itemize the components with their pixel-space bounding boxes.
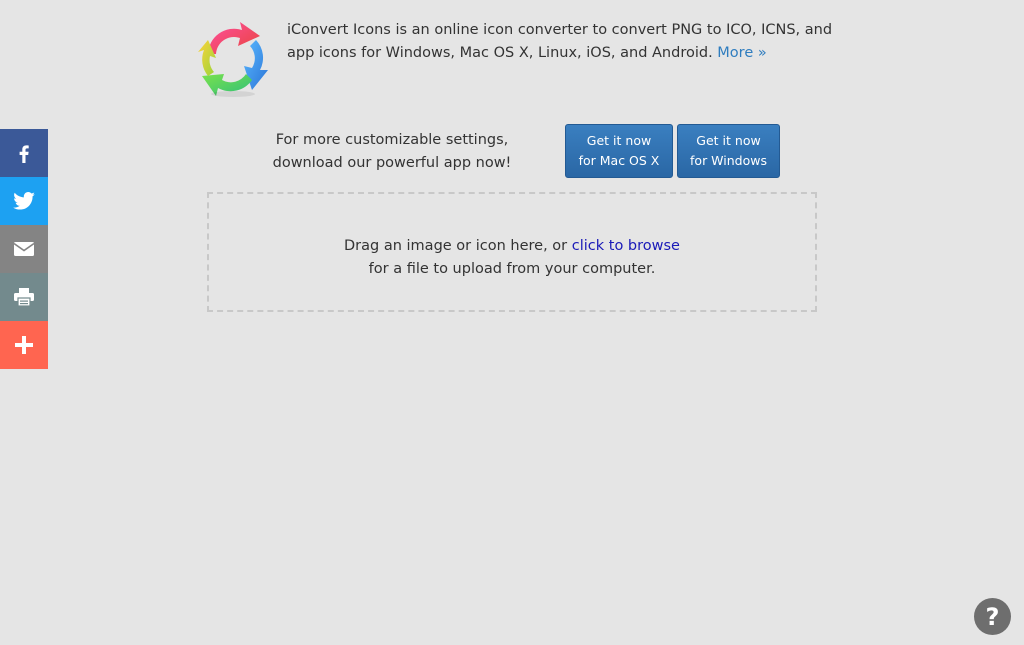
help-icon: ? <box>985 602 1000 631</box>
facebook-icon <box>19 145 29 163</box>
share-print-button[interactable] <box>0 273 48 321</box>
promo-line-1: For more customizable settings, <box>275 132 509 148</box>
upload-dropzone[interactable]: Drag an image or icon here, or click to … <box>207 192 817 312</box>
download-windows-button[interactable]: Get it now for Windows <box>677 124 780 178</box>
help-button[interactable]: ? <box>974 598 1011 635</box>
twitter-icon <box>13 192 35 210</box>
dropzone-line-2: for a file to upload from your computer. <box>368 261 656 277</box>
intro-text: iConvert Icons is an online icon convert… <box>287 19 847 65</box>
download-mac-button[interactable]: Get it now for Mac OS X <box>565 124 673 178</box>
download-windows-label-1: Get it now <box>696 133 761 148</box>
promo-line-2: download our powerful app now! <box>272 155 512 171</box>
share-facebook-button[interactable] <box>0 129 48 177</box>
dropzone-line-1: Drag an image or icon here, or click to … <box>209 235 815 258</box>
page: iConvert Icons is an online icon convert… <box>0 0 1024 645</box>
more-link[interactable]: More » <box>717 45 766 61</box>
download-windows-label-2: for Windows <box>690 153 767 168</box>
dropzone-text: Drag an image or icon here, or <box>344 238 568 254</box>
app-logo <box>194 18 272 98</box>
share-sidebar <box>0 129 48 369</box>
download-mac-label-2: for Mac OS X <box>578 153 660 168</box>
download-mac-label-1: Get it now <box>586 133 652 148</box>
plus-icon <box>15 336 33 354</box>
share-email-button[interactable] <box>0 225 48 273</box>
browse-link[interactable]: click to browse <box>572 238 680 254</box>
print-icon <box>14 288 34 306</box>
share-twitter-button[interactable] <box>0 177 48 225</box>
promo-text: For more customizable settings, download… <box>262 129 522 175</box>
share-more-button[interactable] <box>0 321 48 369</box>
email-icon <box>14 242 34 256</box>
